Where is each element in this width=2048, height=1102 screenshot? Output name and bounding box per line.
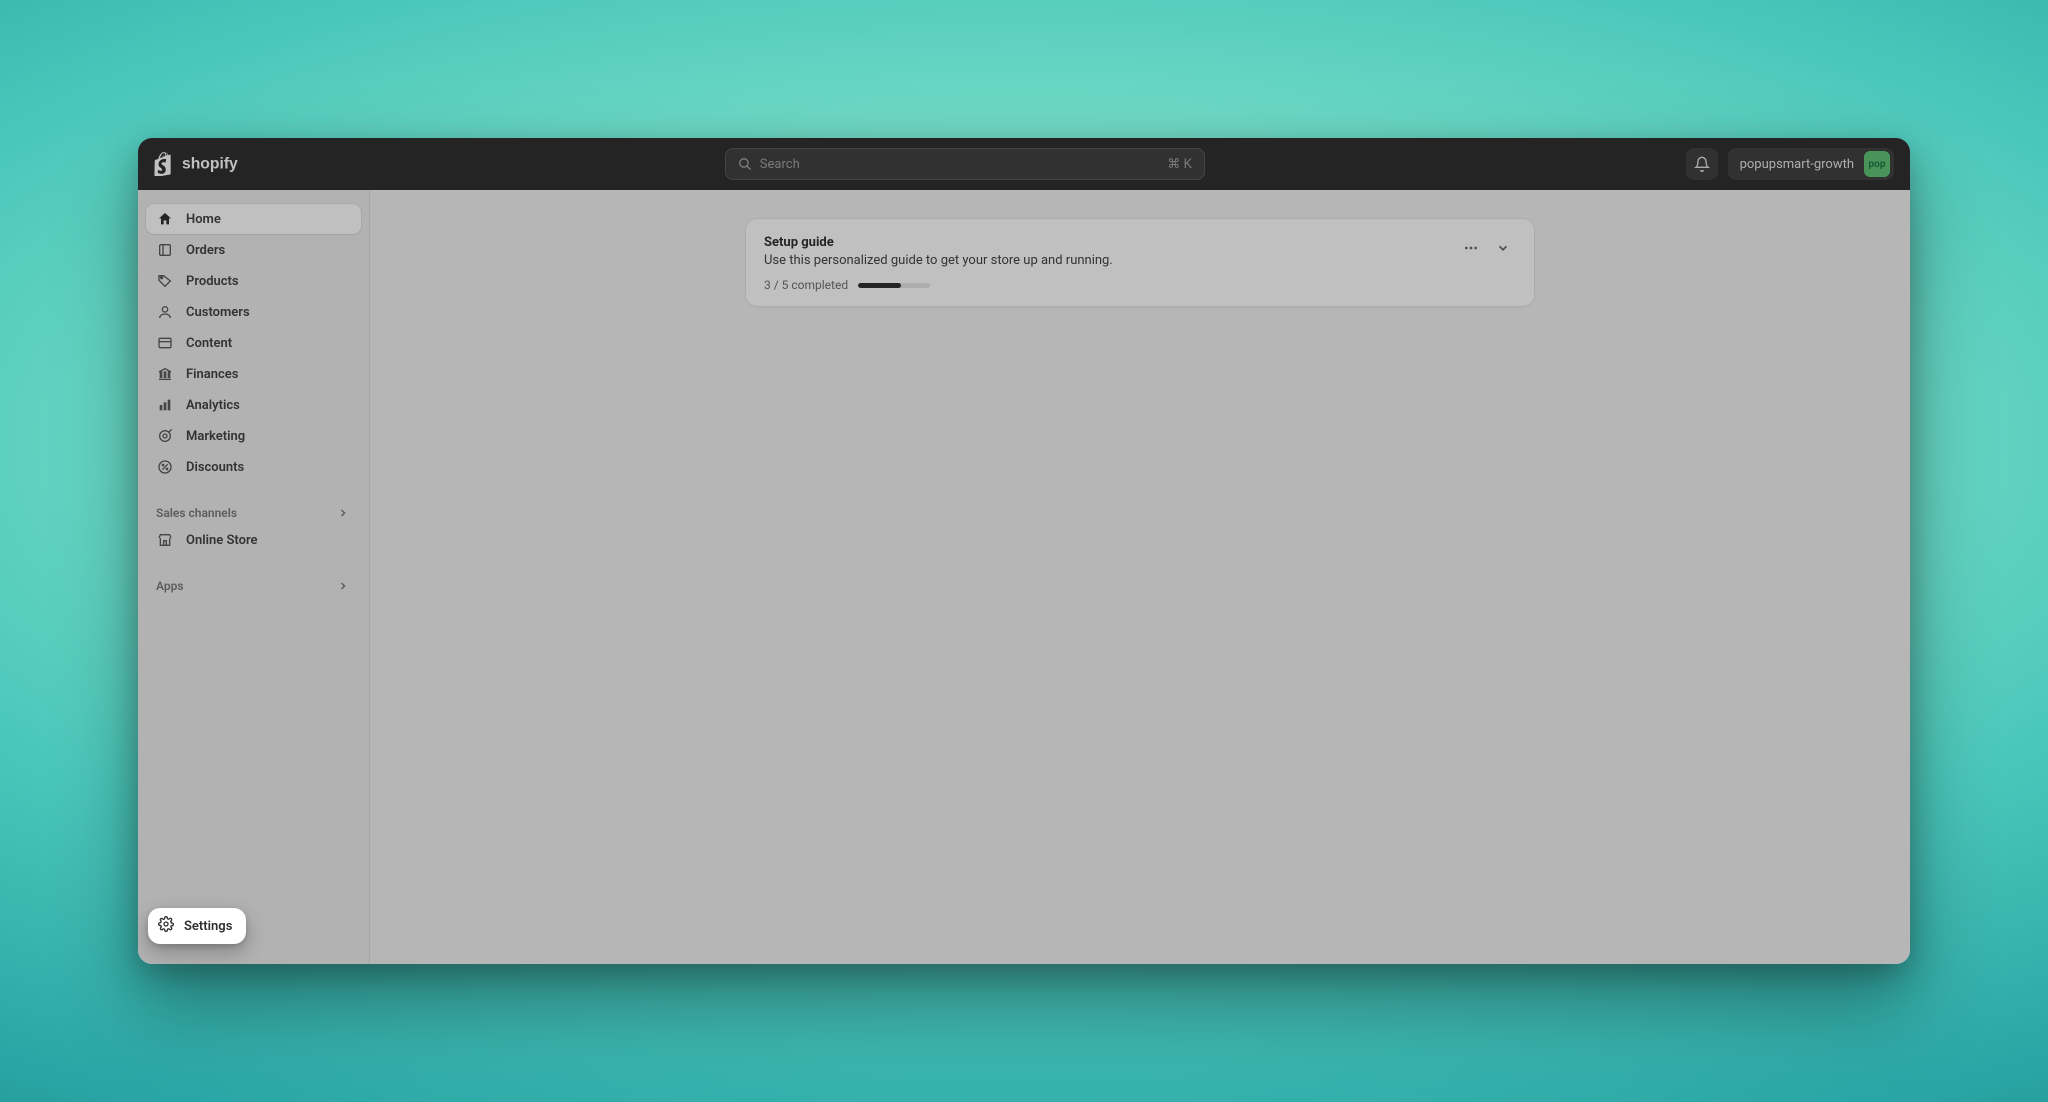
topbar-right: popupsmart-growth pop <box>1686 148 1894 180</box>
tag-icon <box>156 272 174 290</box>
setup-guide-card: Setup guide Use this personalized guide … <box>745 218 1535 307</box>
search-shortcut: ⌘ K <box>1167 157 1191 172</box>
sidebar-item-discounts[interactable]: Discounts <box>146 452 361 482</box>
sidebar-item-label: Finances <box>186 367 239 382</box>
chevron-right-icon <box>335 505 351 521</box>
sidebar-item-label: Products <box>186 274 239 289</box>
store-icon <box>156 531 174 549</box>
discount-icon <box>156 458 174 476</box>
bell-icon <box>1694 156 1710 172</box>
person-icon <box>156 303 174 321</box>
sidebar-item-content[interactable]: Content <box>146 328 361 358</box>
sidebar-item-home[interactable]: Home <box>146 204 361 234</box>
search-input[interactable]: Search ⌘ K <box>725 148 1205 180</box>
chevron-right-icon <box>335 578 351 594</box>
app-body: Home Orders Products <box>138 190 1910 964</box>
sidebar-item-marketing[interactable]: Marketing <box>146 421 361 451</box>
bank-icon <box>156 365 174 383</box>
sidebar-item-label: Orders <box>186 243 225 258</box>
gear-icon <box>158 916 174 936</box>
settings-button[interactable]: Settings <box>148 908 246 944</box>
target-icon <box>156 427 174 445</box>
shopify-logo[interactable]: shopify <box>154 152 244 176</box>
section-label: Apps <box>156 579 184 593</box>
sidebar-item-label: Discounts <box>186 460 244 475</box>
sidebar-section-sales-channels[interactable]: Sales channels <box>146 501 361 525</box>
sidebar-item-label: Marketing <box>186 429 245 444</box>
search-icon <box>738 157 752 171</box>
settings-label: Settings <box>184 919 232 934</box>
shopify-wordmark-icon: shopify <box>182 155 244 173</box>
store-name: popupsmart-growth <box>1740 157 1854 172</box>
analytics-icon <box>156 396 174 414</box>
setup-guide-more-button[interactable] <box>1458 235 1484 261</box>
section-label: Sales channels <box>156 506 237 520</box>
setup-guide-title: Setup guide <box>764 235 1113 250</box>
sidebar-item-products[interactable]: Products <box>146 266 361 296</box>
sidebar-item-orders[interactable]: Orders <box>146 235 361 265</box>
sidebar-item-customers[interactable]: Customers <box>146 297 361 327</box>
sidebar-item-label: Customers <box>186 305 250 320</box>
progress-bar <box>858 283 930 288</box>
svg-text:shopify: shopify <box>182 155 238 172</box>
sidebar-item-label: Content <box>186 336 232 351</box>
content-icon <box>156 334 174 352</box>
notifications-button[interactable] <box>1686 148 1718 180</box>
sidebar-section-apps[interactable]: Apps <box>146 574 361 598</box>
sidebar-item-label: Analytics <box>186 398 240 413</box>
chevron-down-icon <box>1496 241 1510 255</box>
sidebar-item-label: Home <box>186 212 221 227</box>
progress-bar-fill <box>858 283 901 288</box>
topbar: shopify Search ⌘ K popupsmart-growth <box>138 138 1910 190</box>
main-content: Setup guide Use this personalized guide … <box>370 190 1910 964</box>
setup-guide-subtitle: Use this personalized guide to get your … <box>764 253 1113 268</box>
sidebar-item-label: Online Store <box>186 533 258 548</box>
sidebar-item-analytics[interactable]: Analytics <box>146 390 361 420</box>
sidebar-item-online-store[interactable]: Online Store <box>146 525 361 555</box>
shopify-bag-icon <box>154 152 176 176</box>
app-window: shopify Search ⌘ K popupsmart-growth <box>138 138 1910 964</box>
setup-guide-collapse-button[interactable] <box>1490 235 1516 261</box>
sidebar: Home Orders Products <box>138 190 370 964</box>
search-placeholder: Search <box>760 157 1168 172</box>
store-switcher-button[interactable]: popupsmart-growth pop <box>1728 148 1894 180</box>
setup-progress-text: 3 / 5 completed <box>764 278 848 292</box>
sidebar-item-finances[interactable]: Finances <box>146 359 361 389</box>
home-icon <box>156 210 174 228</box>
orders-icon <box>156 241 174 259</box>
more-horizontal-icon <box>1463 240 1479 256</box>
store-avatar: pop <box>1864 151 1890 177</box>
